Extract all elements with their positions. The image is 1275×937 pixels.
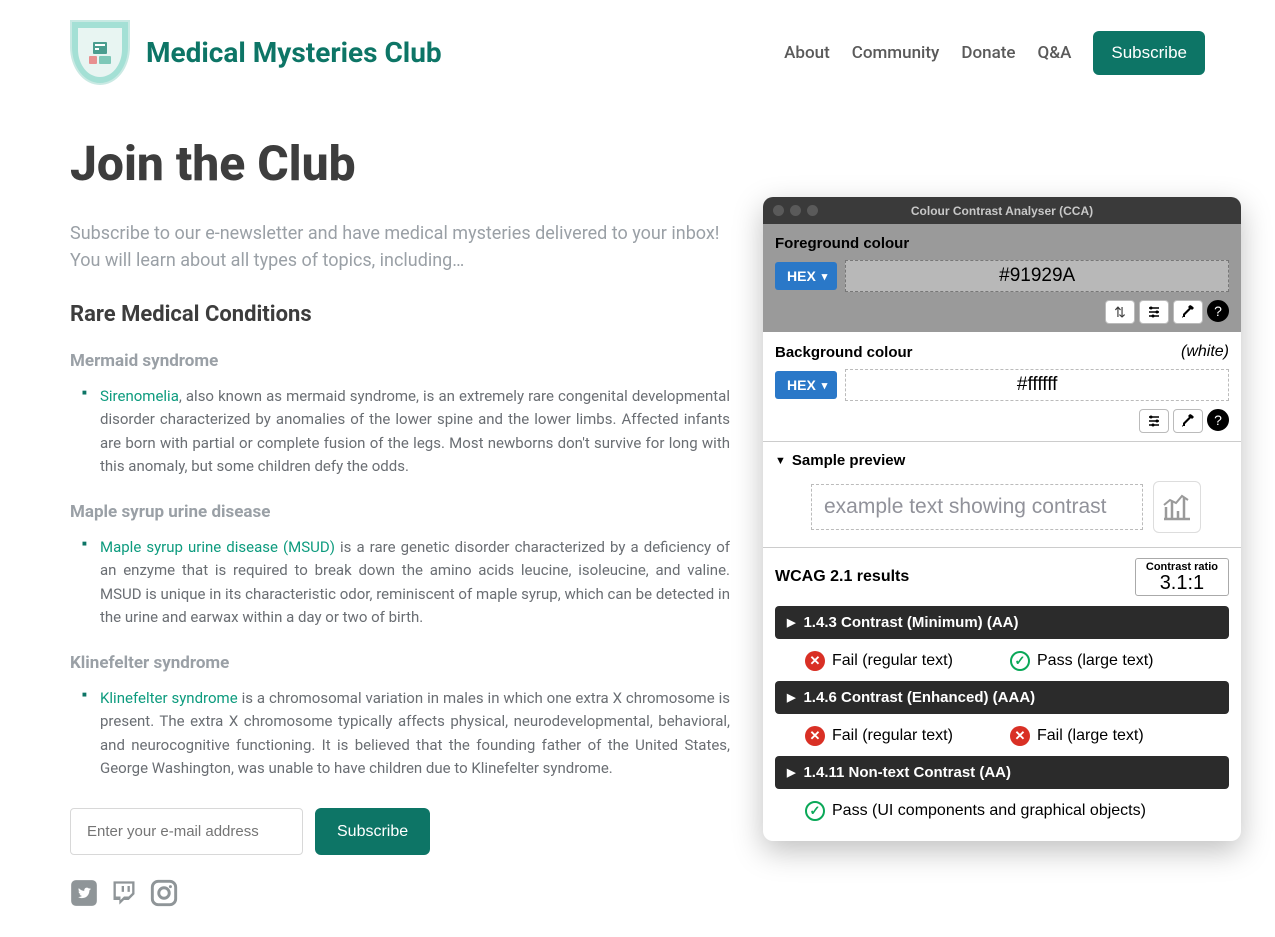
result-item: ✓Pass (UI components and graphical objec…	[805, 801, 1146, 821]
condition-msud: Maple syrup urine disease Maple syrup ur…	[70, 502, 730, 629]
help-button[interactable]: ?	[1207, 409, 1229, 431]
logo-shield-icon	[70, 20, 130, 85]
list-item: Klinefelter syndrome is a chromosomal va…	[86, 687, 730, 780]
brand-title: Medical Mysteries Club	[146, 36, 442, 69]
list-item: Maple syrup urine disease (MSUD) is a ra…	[86, 536, 730, 629]
sample-toggle[interactable]: Sample preview	[775, 452, 1229, 469]
cca-window: Colour Contrast Analyser (CCA) Foregroun…	[763, 197, 1241, 841]
subscribe-form: Subscribe	[70, 808, 730, 855]
section-title: Rare Medical Conditions	[70, 302, 730, 327]
instagram-icon[interactable]	[150, 879, 178, 907]
condition-link[interactable]: Sirenomelia	[100, 387, 179, 405]
chart-icon[interactable]	[1153, 481, 1201, 533]
results-section: WCAG 2.1 results Contrast ratio 3.1:1 1.…	[763, 547, 1241, 841]
site-header: Medical Mysteries Club About Community D…	[0, 0, 1275, 105]
email-input[interactable]	[70, 808, 303, 855]
main-nav: About Community Donate Q&A Subscribe	[784, 31, 1205, 75]
sample-section: Sample preview example text showing cont…	[763, 441, 1241, 547]
foreground-section: Foreground colour HEX ⇅ ?	[763, 224, 1241, 332]
criterion-aaa[interactable]: 1.4.6 Contrast (Enhanced) (AAA)	[775, 681, 1229, 714]
bg-format-select[interactable]: HEX	[775, 371, 837, 399]
fail-icon: ✕	[805, 726, 825, 746]
criterion-nontext[interactable]: 1.4.11 Non-text Contrast (AA)	[775, 756, 1229, 789]
results-title: WCAG 2.1 results	[775, 568, 909, 586]
twitch-icon[interactable]	[110, 879, 138, 907]
page-title: Join the Club	[70, 135, 730, 192]
nav-community[interactable]: Community	[852, 43, 940, 63]
subscribe-button[interactable]: Subscribe	[315, 808, 430, 855]
result-item: ✓Pass (large text)	[1010, 651, 1199, 671]
nav-donate[interactable]: Donate	[961, 43, 1015, 63]
criterion-aa-min[interactable]: 1.4.3 Contrast (Minimum) (AA)	[775, 606, 1229, 639]
condition-title: Mermaid syndrome	[70, 351, 730, 371]
sliders-button[interactable]	[1139, 300, 1169, 324]
pass-icon: ✓	[805, 801, 825, 821]
result-item: ✕Fail (regular text)	[805, 651, 994, 671]
pass-icon: ✓	[1010, 651, 1030, 671]
window-title: Colour Contrast Analyser (CCA)	[763, 204, 1241, 218]
result-item: ✕Fail (regular text)	[805, 726, 994, 746]
condition-link[interactable]: Klinefelter syndrome	[100, 689, 238, 707]
titlebar[interactable]: Colour Contrast Analyser (CCA)	[763, 197, 1241, 224]
condition-mermaid: Mermaid syndrome Sirenomelia, also known…	[70, 351, 730, 478]
foreground-label: Foreground colour	[775, 235, 1229, 252]
sample-text: example text showing contrast	[811, 484, 1143, 530]
list-item: Sirenomelia, also known as mermaid syndr…	[86, 385, 730, 478]
logo-inner-icon	[85, 38, 115, 68]
condition-klinefelter: Klinefelter syndrome Klinefelter syndrom…	[70, 653, 730, 780]
background-note: (white)	[1181, 343, 1229, 361]
nav-about[interactable]: About	[784, 43, 830, 63]
social-links	[70, 879, 730, 907]
fail-icon: ✕	[1010, 726, 1030, 746]
condition-title: Maple syrup urine disease	[70, 502, 730, 522]
fg-format-select[interactable]: HEX	[775, 262, 837, 290]
swap-button[interactable]: ⇅	[1105, 300, 1135, 324]
contrast-ratio: Contrast ratio 3.1:1	[1135, 558, 1229, 596]
nav-qa[interactable]: Q&A	[1038, 43, 1072, 63]
condition-link[interactable]: Maple syrup urine disease (MSUD)	[100, 538, 335, 556]
help-button[interactable]: ?	[1207, 300, 1229, 322]
result-item: ✕Fail (large text)	[1010, 726, 1199, 746]
eyedropper-button[interactable]	[1173, 300, 1203, 324]
fg-color-input[interactable]	[846, 265, 1228, 287]
condition-title: Klinefelter syndrome	[70, 653, 730, 673]
eyedropper-button[interactable]	[1173, 409, 1203, 433]
brand: Medical Mysteries Club	[70, 20, 442, 85]
intro-text: Subscribe to our e-newsletter and have m…	[70, 220, 730, 274]
header-subscribe-button[interactable]: Subscribe	[1093, 31, 1205, 75]
bg-color-input[interactable]	[846, 374, 1228, 396]
background-section: Background colour (white) HEX ?	[763, 332, 1241, 441]
condition-text: , also known as mermaid syndrome, is an …	[100, 387, 730, 475]
main-content: Join the Club Subscribe to our e-newslet…	[0, 105, 800, 937]
twitter-icon[interactable]	[70, 879, 98, 907]
fail-icon: ✕	[805, 651, 825, 671]
sliders-button[interactable]	[1139, 409, 1169, 433]
background-label: Background colour	[775, 344, 913, 361]
